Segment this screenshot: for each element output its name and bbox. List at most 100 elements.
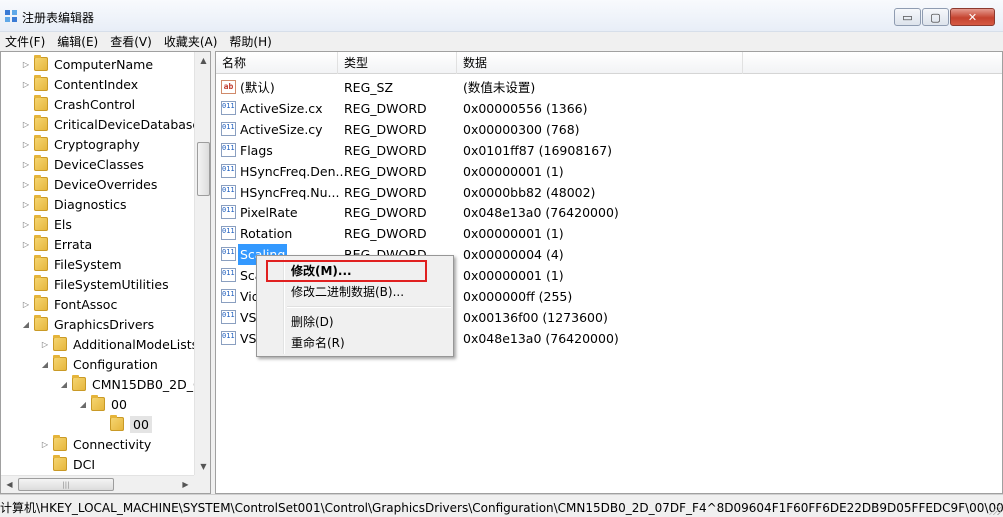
tree-item[interactable]: ▷ Errata [21, 234, 92, 254]
scroll-right-arrow-icon[interactable]: ▶ [177, 476, 194, 493]
value-data: 0x048e13a0 (76420000) [463, 205, 619, 221]
expand-icon[interactable]: ▷ [21, 140, 31, 149]
tree-item-label: CriticalDeviceDatabase [54, 116, 201, 132]
binary-value-icon: 011 110 [221, 205, 236, 220]
value-name: ActiveSize.cx [240, 100, 323, 116]
tree-item[interactable]: 00 [97, 414, 152, 434]
context-menu-modify-binary[interactable]: 修改二进制数据(B)... [291, 283, 404, 300]
value-row[interactable]: 011 110 Flags REG_DWORD 0x0101ff87 (1690816… [216, 140, 1002, 161]
value-row[interactable]: 011 110 HSyncFreq.Den...REG_DWORD 0x000000… [216, 161, 1002, 182]
tree-item[interactable]: ◢ Configuration [40, 354, 158, 374]
value-data: 0x0000bb82 (48002) [463, 184, 596, 200]
scroll-down-arrow-icon[interactable]: ▼ [195, 458, 210, 475]
value-row[interactable]: ab (默认) REG_SZ (数值未设置) [216, 77, 1002, 98]
binary-value-icon: 011 110 [221, 309, 236, 324]
binary-value-icon: 011 110 [221, 226, 236, 241]
folder-icon [34, 155, 48, 171]
column-type-header[interactable]: 类型 [338, 52, 457, 74]
close-button[interactable]: ✕ [950, 8, 995, 26]
expand-icon[interactable]: ▷ [21, 180, 31, 189]
binary-value-icon: 011 110 [221, 268, 236, 283]
tree-item[interactable]: ▷ DeviceOverrides [21, 174, 157, 194]
menu-edit[interactable]: 编辑(E) [52, 33, 105, 50]
value-data: 0x00136f00 (1273600) [463, 309, 608, 325]
tree-vertical-scrollbar[interactable]: ▲ ▼ [194, 52, 210, 475]
value-row[interactable]: 011 110 PixelRate REG_DWORD 0x048e13a0 (764… [216, 202, 1002, 223]
tree-item[interactable]: CrashControl [21, 94, 135, 114]
collapse-icon[interactable]: ◢ [21, 320, 31, 329]
menu-help[interactable]: 帮助(H) [224, 33, 278, 50]
tree-item-label: FileSystem [54, 256, 122, 272]
tree-item-label: Els [54, 216, 72, 232]
tree-item[interactable]: ◢ CMN15DB0_2D_0 [59, 374, 201, 394]
scroll-left-arrow-icon[interactable]: ◀ [1, 476, 18, 493]
value-row[interactable]: 011 110 Rotation REG_DWORD 0x00000001 (1) [216, 223, 1002, 244]
tree-item[interactable]: ▷ AdditionalModeLists [40, 334, 198, 354]
folder-icon [34, 195, 48, 211]
column-data-header[interactable]: 数据 [457, 52, 743, 74]
collapse-icon[interactable]: ◢ [40, 360, 50, 369]
expand-icon[interactable]: ▷ [40, 440, 50, 449]
tree-scroll-thumb[interactable] [197, 142, 210, 196]
expand-icon[interactable]: ▷ [21, 300, 31, 309]
tree-hscroll-thumb[interactable]: ||| [18, 478, 114, 491]
tree-item[interactable]: DCI [40, 454, 95, 474]
expand-icon[interactable]: ▷ [21, 120, 31, 129]
tree-item[interactable]: FileSystemUtilities [21, 274, 169, 294]
expand-icon[interactable]: ▷ [21, 240, 31, 249]
tree-item[interactable]: ▷ Connectivity [40, 434, 151, 454]
value-row[interactable]: 011 110 ActiveSize.cy REG_DWORD 0x00000300 … [216, 119, 1002, 140]
scrollbar-corner [194, 475, 210, 493]
tree-item-label: 00 [130, 415, 152, 433]
expand-icon[interactable]: ▷ [21, 160, 31, 169]
tree-item-label: Diagnostics [54, 196, 127, 212]
scroll-up-arrow-icon[interactable]: ▲ [195, 52, 210, 69]
tree-item[interactable]: ▷ Cryptography [21, 134, 140, 154]
collapse-icon[interactable]: ◢ [78, 400, 88, 409]
folder-icon [34, 175, 48, 191]
tree-item[interactable]: ▷ ComputerName [21, 54, 153, 74]
value-data: 0x00000004 (4) [463, 247, 564, 263]
context-menu-rename[interactable]: 重命名(R) [291, 334, 345, 351]
registry-editor-icon [5, 10, 17, 22]
tree-item[interactable]: ▷ Els [21, 214, 72, 234]
window-controls: ▭ ▢ ✕ [893, 8, 995, 26]
maximize-button[interactable]: ▢ [922, 8, 949, 26]
expand-icon[interactable]: ▷ [21, 200, 31, 209]
menu-favorites[interactable]: 收藏夹(A) [159, 33, 225, 50]
column-name-header[interactable]: 名称 [216, 52, 338, 74]
value-name: Rotation [240, 226, 293, 242]
value-name: ActiveSize.cy [240, 121, 323, 137]
context-menu-delete[interactable]: 删除(D) [291, 313, 334, 330]
tree-item[interactable]: ▷ ContentIndex [21, 74, 138, 94]
collapse-icon[interactable]: ◢ [59, 380, 69, 389]
value-row[interactable]: 011 110 ActiveSize.cx REG_DWORD 0x00000556 … [216, 98, 1002, 119]
expand-icon[interactable]: ▷ [21, 60, 31, 69]
tree-horizontal-scrollbar[interactable]: ◀ ||| ▶ [1, 475, 194, 493]
tree-item[interactable]: ◢ 00 [78, 394, 127, 414]
value-row[interactable]: 011 110 HSyncFreq.Nu...REG_DWORD 0x0000bb8… [216, 182, 1002, 203]
value-data: 0x00000001 (1) [463, 226, 564, 242]
tree-item[interactable]: ▷ Diagnostics [21, 194, 127, 214]
tree-item[interactable]: ◢ GraphicsDrivers [21, 314, 154, 334]
registry-path: 计算机\HKEY_LOCAL_MACHINE\SYSTEM\ControlSet… [0, 501, 1003, 515]
folder-icon [91, 395, 105, 411]
expand-icon[interactable]: ▷ [40, 340, 50, 349]
tree-item-label: CrashControl [54, 96, 136, 112]
expand-icon[interactable]: ▷ [21, 80, 31, 89]
binary-value-icon: 011 110 [221, 247, 236, 262]
string-value-icon: ab [221, 80, 236, 94]
annotation-highlight-box [266, 260, 427, 282]
tree-item[interactable]: ▷ FontAssoc [21, 294, 117, 314]
tree-item[interactable]: FileSystem [21, 254, 122, 274]
minimize-button[interactable]: ▭ [894, 8, 921, 26]
menu-view[interactable]: 查看(V) [105, 33, 159, 50]
menu-file[interactable]: 文件(F) [0, 33, 52, 50]
expand-icon[interactable]: ▷ [21, 220, 31, 229]
value-type: REG_DWORD [344, 184, 427, 200]
tree-item-label: DeviceOverrides [54, 176, 158, 192]
tree-item-label: DCI [73, 456, 96, 472]
tree-item[interactable]: ▷ DeviceClasses [21, 154, 144, 174]
tree-item[interactable]: ▷ CriticalDeviceDatabase [21, 114, 200, 134]
folder-icon [34, 315, 48, 331]
